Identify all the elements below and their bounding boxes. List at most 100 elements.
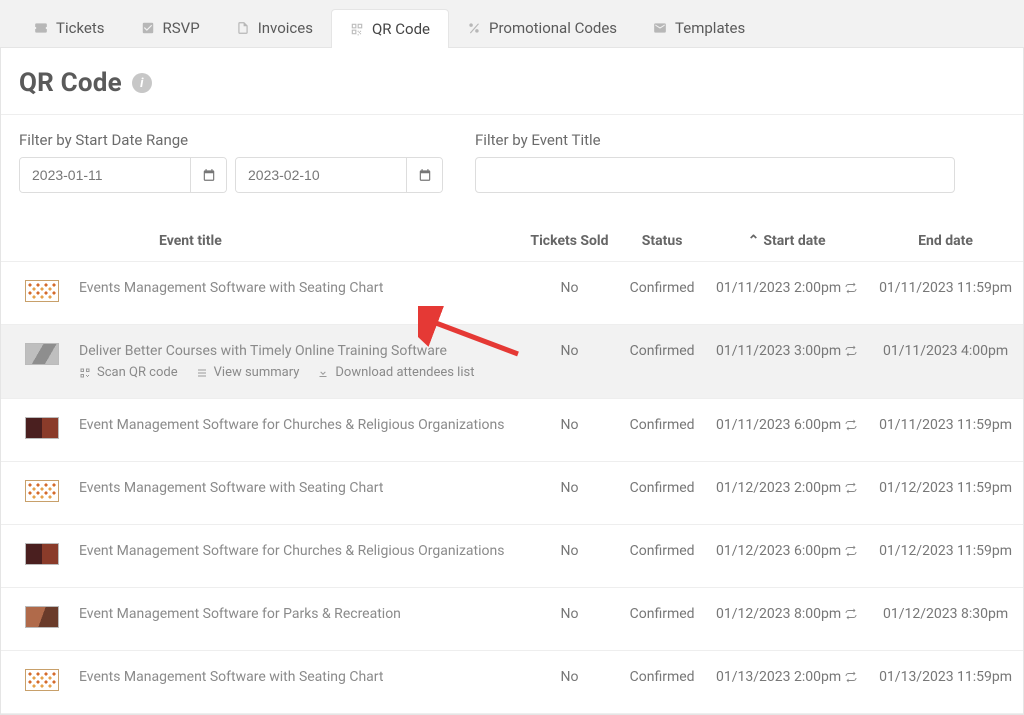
table-row[interactable]: Deliver Better Courses with Timely Onlin… [1, 325, 1023, 399]
col-start-date[interactable]: ⌃Start date [705, 221, 868, 262]
sort-asc-icon: ⌃ [748, 233, 760, 249]
cell-status: Confirmed [619, 325, 705, 399]
col-end-date[interactable]: End date [868, 221, 1023, 262]
file-icon [236, 21, 250, 35]
event-title-link[interactable]: Event Management Software for Parks & Re… [79, 606, 401, 622]
cell-tickets-sold: No [520, 588, 619, 651]
end-date-input[interactable] [236, 158, 406, 192]
info-icon[interactable]: i [132, 73, 152, 93]
qrcode-icon [350, 22, 364, 36]
filter-date-range: Filter by Start Date Range [19, 131, 443, 193]
page-header: QR Code i [1, 68, 1023, 115]
start-date-picker-button[interactable] [190, 158, 226, 192]
checkbox-icon [141, 21, 155, 35]
calendar-icon [202, 168, 216, 182]
cell-tickets-sold: No [520, 462, 619, 525]
cell-status: Confirmed [619, 651, 705, 714]
tab-qrcode[interactable]: QR Code [331, 9, 449, 48]
event-thumbnail [25, 343, 59, 365]
cell-tickets-sold: No [520, 399, 619, 462]
tab-promo-label: Promotional Codes [489, 19, 617, 37]
event-thumbnail [25, 543, 59, 565]
cell-status: Confirmed [619, 399, 705, 462]
event-title-link[interactable]: Event Management Software for Churches &… [79, 417, 504, 433]
filter-date-label: Filter by Start Date Range [19, 131, 443, 149]
cell-tickets-sold: No [520, 651, 619, 714]
event-title-link[interactable]: Deliver Better Courses with Timely Onlin… [79, 343, 447, 359]
tab-templates[interactable]: Templates [635, 8, 763, 47]
tab-bar: Tickets RSVP Invoices QR Code Promotiona… [0, 0, 1024, 47]
end-date-group [235, 157, 443, 193]
tab-rsvp-label: RSVP [163, 19, 200, 37]
page-panel: QR Code i Filter by Start Date Range [0, 47, 1024, 715]
start-date-group [19, 157, 227, 193]
envelope-icon [653, 21, 667, 35]
tab-promo[interactable]: Promotional Codes [449, 8, 635, 47]
start-date-input[interactable] [20, 158, 190, 192]
cell-status: Confirmed [619, 262, 705, 325]
filters: Filter by Start Date Range Filter by Eve… [1, 115, 1023, 199]
view-summary-action[interactable]: View summary [196, 365, 300, 380]
event-title-link[interactable]: Events Management Software with Seating … [79, 280, 383, 296]
tab-invoices[interactable]: Invoices [218, 8, 331, 47]
col-event-title[interactable]: Event title [69, 221, 520, 262]
cell-start-date: 01/11/2023 2:00pm [705, 262, 868, 325]
table-row[interactable]: Events Management Software with Seating … [1, 651, 1023, 714]
cell-start-date: 01/11/2023 6:00pm [705, 399, 868, 462]
row-actions: Scan QR code View summary Download atten… [79, 365, 510, 380]
end-date-picker-button[interactable] [406, 158, 442, 192]
cell-tickets-sold: No [520, 525, 619, 588]
event-title-link[interactable]: Events Management Software with Seating … [79, 669, 383, 685]
table-row[interactable]: Event Management Software for Churches &… [1, 525, 1023, 588]
cell-start-date: 01/12/2023 8:00pm [705, 588, 868, 651]
recurring-icon [845, 282, 857, 294]
recurring-icon [845, 482, 857, 494]
cell-end-date: 01/11/2023 11:59pm [868, 399, 1023, 462]
col-status[interactable]: Status [619, 221, 705, 262]
cell-status: Confirmed [619, 462, 705, 525]
tab-tickets-label: Tickets [56, 19, 105, 37]
tab-tickets[interactable]: Tickets [16, 8, 123, 47]
event-thumbnail [25, 669, 59, 691]
col-tickets-sold[interactable]: Tickets Sold [520, 221, 619, 262]
title-filter-input[interactable] [475, 157, 955, 193]
event-thumbnail [25, 606, 59, 628]
events-table: Event title Tickets Sold Status ⌃Start d… [1, 221, 1023, 714]
cell-end-date: 01/12/2023 8:30pm [868, 588, 1023, 651]
page-title: QR Code [19, 68, 122, 98]
event-title-link[interactable]: Event Management Software for Churches &… [79, 543, 504, 559]
tab-qrcode-label: QR Code [372, 20, 430, 38]
table-row[interactable]: Event Management Software for Parks & Re… [1, 588, 1023, 651]
recurring-icon [845, 345, 857, 357]
recurring-icon [845, 671, 857, 683]
scan-qr-label: Scan QR code [97, 365, 178, 380]
event-title-link[interactable]: Events Management Software with Seating … [79, 480, 383, 496]
cell-start-date: 01/11/2023 3:00pm [705, 325, 868, 399]
cell-end-date: 01/11/2023 11:59pm [868, 262, 1023, 325]
tab-rsvp[interactable]: RSVP [123, 8, 218, 47]
table-row[interactable]: Event Management Software for Churches &… [1, 399, 1023, 462]
cell-start-date: 01/12/2023 2:00pm [705, 462, 868, 525]
cell-start-date: 01/13/2023 2:00pm [705, 651, 868, 714]
calendar-icon [418, 168, 432, 182]
recurring-icon [845, 545, 857, 557]
recurring-icon [845, 419, 857, 431]
cell-end-date: 01/12/2023 11:59pm [868, 462, 1023, 525]
cell-tickets-sold: No [520, 325, 619, 399]
filter-title: Filter by Event Title [475, 131, 1005, 193]
event-thumbnail [25, 417, 59, 439]
tab-invoices-label: Invoices [258, 19, 313, 37]
scan-qr-action[interactable]: Scan QR code [79, 365, 178, 380]
cell-tickets-sold: No [520, 262, 619, 325]
download-attendees-action[interactable]: Download attendees list [317, 365, 474, 380]
cell-start-date: 01/12/2023 6:00pm [705, 525, 868, 588]
cell-status: Confirmed [619, 525, 705, 588]
table-row[interactable]: Events Management Software with Seating … [1, 262, 1023, 325]
event-thumbnail [25, 480, 59, 502]
recurring-icon [845, 608, 857, 620]
view-summary-label: View summary [214, 365, 300, 380]
table-row[interactable]: Events Management Software with Seating … [1, 462, 1023, 525]
cell-status: Confirmed [619, 588, 705, 651]
event-thumbnail [25, 280, 59, 302]
cell-end-date: 01/11/2023 4:00pm [868, 325, 1023, 399]
